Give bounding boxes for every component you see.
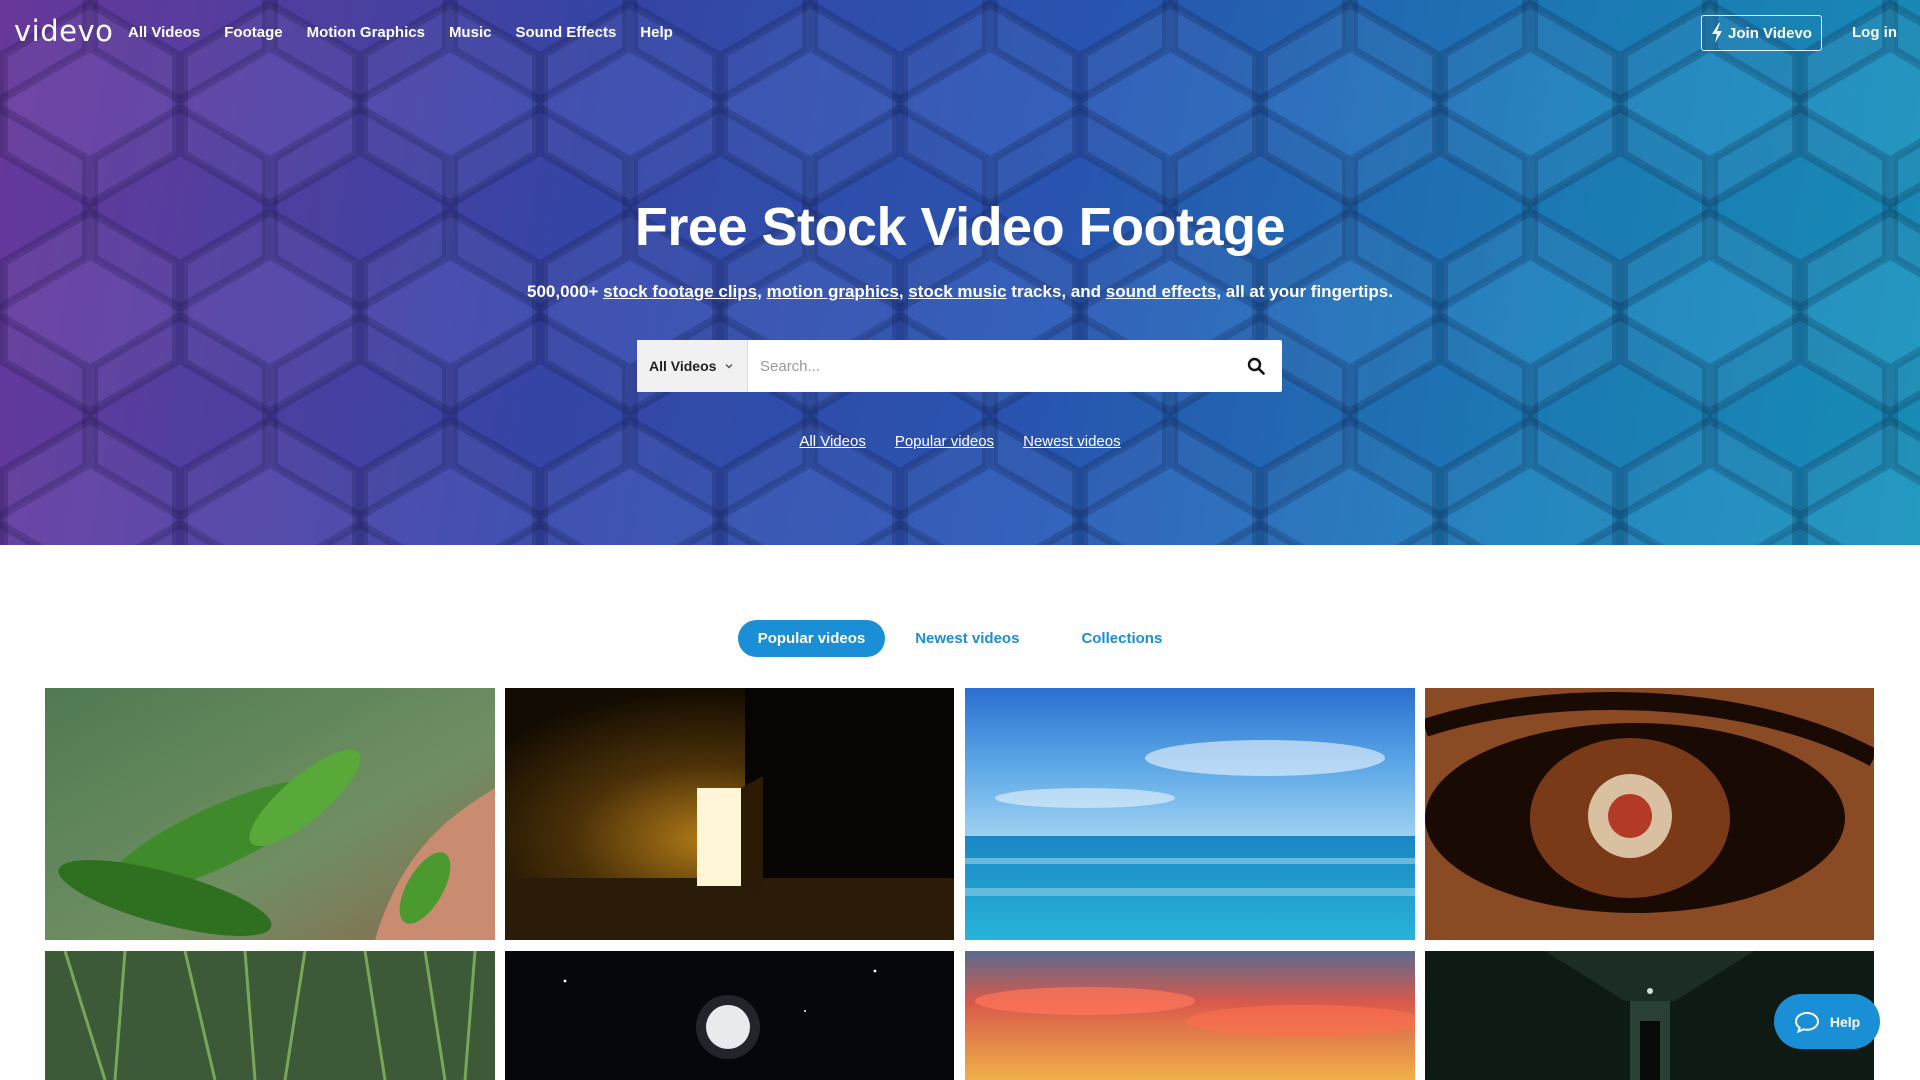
sound-effects-link[interactable]: sound effects xyxy=(1106,282,1217,301)
moon-at-night-image xyxy=(505,951,954,1080)
search-button[interactable] xyxy=(1230,340,1282,392)
join-videvo-button[interactable]: Join Videvo xyxy=(1701,15,1822,51)
hero-sub-sep1: , xyxy=(757,282,762,301)
chat-bubble-icon xyxy=(1794,1011,1819,1033)
ocean-and-sky-image xyxy=(965,688,1415,940)
chevron-down-icon xyxy=(725,364,733,369)
quick-link-all-videos[interactable]: All Videos xyxy=(799,433,865,450)
video-thumbnail-eye-close-up[interactable] xyxy=(1425,688,1874,940)
video-tabs: Popular videos Newest videos Collections xyxy=(0,620,1920,657)
hero-banner: videvo All Videos Footage Motion Graphic… xyxy=(0,0,1920,545)
video-thumbnail-bamboo-leaves[interactable] xyxy=(45,951,495,1080)
search-category-label: All Videos xyxy=(649,358,717,374)
hero-sub-sep2: , xyxy=(898,282,904,301)
eye-close-up-image xyxy=(1425,688,1874,940)
nav-music[interactable]: Music xyxy=(449,24,492,41)
video-thumbnail-sunset-clouds[interactable] xyxy=(965,951,1415,1080)
tab-collections[interactable]: Collections xyxy=(1061,620,1182,657)
nav-help[interactable]: Help xyxy=(640,24,673,41)
search-bar: All Videos xyxy=(637,340,1282,392)
hero-sub-mid: tracks, and xyxy=(1011,282,1102,301)
hero-subtitle: 500,000+ stock footage clips, motion gra… xyxy=(0,282,1920,302)
main-nav: All Videos Footage Motion Graphics Music… xyxy=(128,24,697,41)
sunset-clouds-image xyxy=(965,951,1415,1080)
quick-link-newest-videos[interactable]: Newest videos xyxy=(1023,433,1121,450)
bamboo-leaves-image xyxy=(45,951,495,1080)
nav-footage[interactable]: Footage xyxy=(224,24,282,41)
videvo-logo[interactable]: videvo xyxy=(14,14,113,48)
stock-music-link[interactable]: stock music xyxy=(908,282,1006,301)
nav-motion-graphics[interactable]: Motion Graphics xyxy=(307,24,425,41)
tab-newest-videos[interactable]: Newest videos xyxy=(895,620,1039,657)
search-icon xyxy=(1247,357,1265,375)
nav-sound-effects[interactable]: Sound Effects xyxy=(515,24,616,41)
login-link[interactable]: Log in xyxy=(1852,24,1897,41)
help-widget-button[interactable]: Help xyxy=(1774,994,1880,1049)
leaf-in-rain-image xyxy=(45,688,495,940)
nav-all-videos[interactable]: All Videos xyxy=(128,24,200,41)
hero-sub-suffix: , all at your fingertips. xyxy=(1216,282,1393,301)
quick-link-popular-videos[interactable]: Popular videos xyxy=(895,433,994,450)
motion-graphics-link[interactable]: motion graphics xyxy=(767,282,899,301)
search-input[interactable] xyxy=(748,340,1230,392)
hero-quick-links: All Videos Popular videos Newest videos xyxy=(0,433,1920,450)
tab-popular-videos[interactable]: Popular videos xyxy=(737,620,886,657)
lightning-bolt-icon xyxy=(1712,23,1723,43)
hero-title: Free Stock Video Footage xyxy=(634,197,1286,257)
hexagon-pattern-background xyxy=(0,0,1920,545)
hero-sub-prefix: 500,000+ xyxy=(527,282,599,301)
video-thumbnail-leaf-in-rain[interactable] xyxy=(45,688,495,940)
stock-footage-clips-link[interactable]: stock footage clips xyxy=(603,282,757,301)
light-through-door-image xyxy=(505,688,954,940)
video-thumbnail-light-through-door[interactable] xyxy=(505,688,954,940)
help-widget-label: Help xyxy=(1829,1013,1861,1030)
top-navigation: videvo All Videos Footage Motion Graphic… xyxy=(0,0,1920,68)
join-label: Join Videvo xyxy=(1728,24,1812,42)
video-thumbnail-moon-at-night[interactable] xyxy=(505,951,954,1080)
video-thumbnail-ocean-and-sky[interactable] xyxy=(965,688,1415,940)
search-category-select[interactable]: All Videos xyxy=(637,340,748,392)
